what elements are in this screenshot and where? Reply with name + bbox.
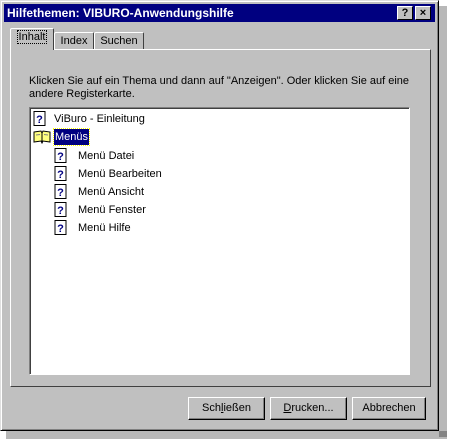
window-title: Hilfethemen: VIBURO-Anwendungshilfe [7, 6, 234, 20]
tree-item-label: Menü Hilfe [78, 222, 131, 234]
topics-tree[interactable]: ? ViBuro - Einleitung Menüs ? Menü Datei… [29, 107, 410, 375]
tab-inhalt-label: Inhalt [16, 30, 48, 44]
help-topic-icon: ? [54, 220, 67, 235]
svg-text:?: ? [57, 169, 64, 181]
svg-text:?: ? [36, 114, 43, 126]
help-topic-icon: ? [33, 111, 46, 126]
help-button[interactable]: ? [397, 6, 413, 20]
close-button[interactable]: × [415, 6, 431, 20]
instruction-text: Klicken Sie auf ein Thema und dann auf "… [29, 75, 410, 100]
help-topic-icon: ? [54, 184, 67, 199]
print-button[interactable]: Drucken... [270, 397, 347, 420]
tab-inhalt[interactable]: Inhalt [10, 28, 54, 50]
tree-item-label: Menü Ansicht [78, 186, 145, 198]
svg-text:?: ? [57, 223, 64, 235]
tab-index-label: Index [60, 35, 88, 47]
open-book-icon [33, 130, 51, 145]
svg-text:?: ? [57, 205, 64, 217]
close-dialog-button[interactable]: Schließen [188, 397, 265, 420]
close-icon: × [419, 7, 427, 19]
svg-text:?: ? [57, 187, 64, 199]
help-topic-icon: ? [54, 202, 67, 217]
tree-item-label: Menü Fenster [78, 204, 146, 216]
tab-suchen-label: Suchen [100, 35, 138, 47]
tree-item-label: Menüs [52, 128, 91, 146]
help-topic-icon: ? [54, 166, 67, 181]
help-topic-icon: ? [54, 148, 67, 163]
help-topics-dialog: Hilfethemen: VIBURO-Anwendungshilfe ? × … [0, 0, 439, 431]
svg-text:?: ? [57, 151, 64, 163]
title-bar[interactable]: Hilfethemen: VIBURO-Anwendungshilfe ? × [4, 4, 435, 22]
help-icon: ? [401, 7, 409, 19]
tab-panel-inhalt: Klicken Sie auf ein Thema und dann auf "… [10, 49, 431, 387]
tree-item-label: ViBuro - Einleitung [54, 113, 145, 125]
cancel-button[interactable]: Abbrechen [352, 397, 426, 420]
tree-item-label: Menü Datei [78, 150, 135, 162]
tree-item-label: Menü Bearbeiten [78, 168, 162, 180]
